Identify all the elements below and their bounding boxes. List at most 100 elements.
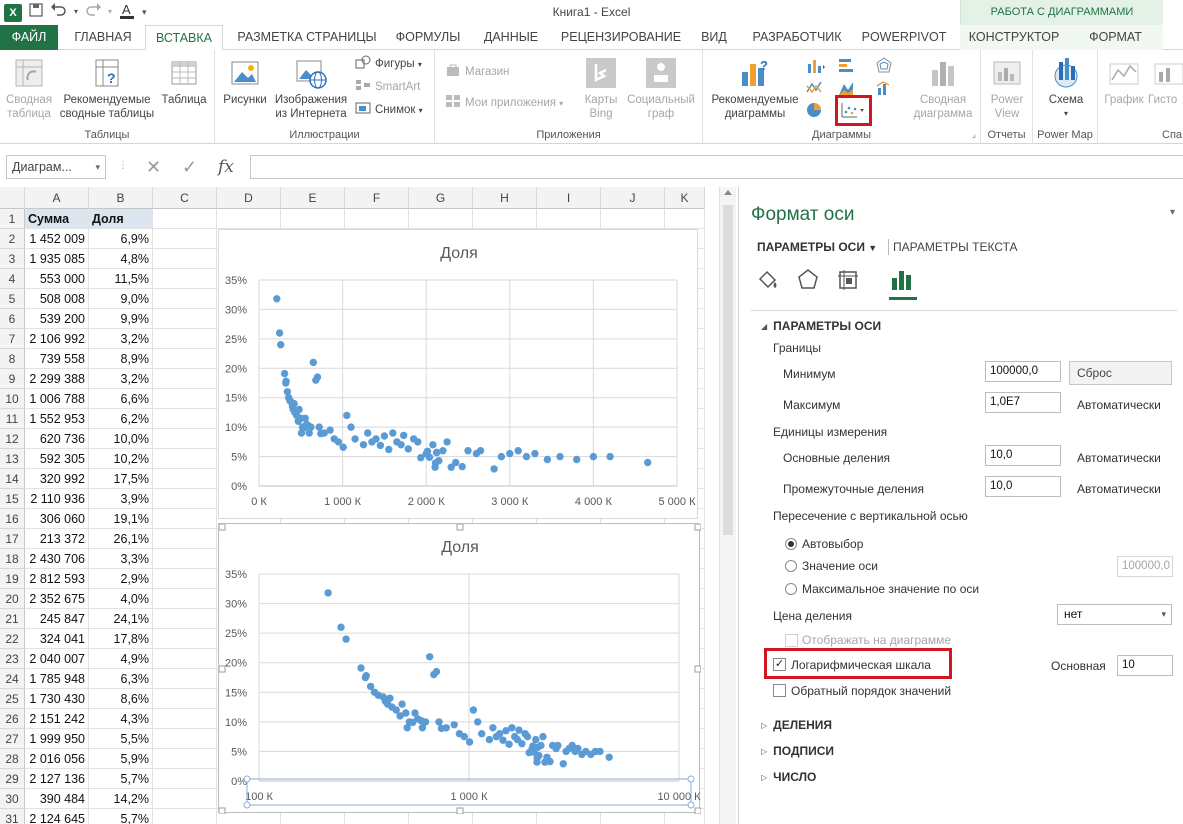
effects-icon[interactable] — [795, 267, 821, 293]
cell[interactable]: 2 040 007 — [25, 649, 89, 669]
crosses-max-label[interactable]: Максимальное значение по оси — [802, 582, 979, 596]
cell[interactable] — [153, 649, 217, 669]
row-header[interactable]: 8 — [0, 349, 25, 369]
cell[interactable]: Доля — [89, 209, 153, 229]
cell[interactable]: 6,9% — [89, 229, 153, 249]
cell[interactable] — [473, 209, 537, 229]
cell[interactable]: 9,0% — [89, 289, 153, 309]
cell[interactable]: 2 299 388 — [25, 369, 89, 389]
section-number[interactable]: ▷ ЧИСЛО — [761, 770, 816, 784]
cell[interactable]: 213 372 — [25, 529, 89, 549]
cell[interactable] — [153, 689, 217, 709]
cell[interactable]: 306 060 — [25, 509, 89, 529]
name-box[interactable]: Диаграм... ▾ — [6, 155, 106, 179]
cell[interactable]: 508 008 — [25, 289, 89, 309]
bar-chart-button[interactable] — [837, 56, 859, 76]
scroll-up-icon[interactable] — [724, 190, 732, 195]
cell[interactable]: 2 812 593 — [25, 569, 89, 589]
cell[interactable]: 1 552 953 — [25, 409, 89, 429]
major-unit-input[interactable]: 10,0 — [985, 445, 1061, 466]
cell[interactable] — [153, 509, 217, 529]
cell[interactable]: 4,3% — [89, 709, 153, 729]
column-header-e[interactable]: E — [281, 187, 345, 209]
select-all-corner[interactable] — [0, 187, 25, 209]
combo-chart-button[interactable] — [875, 78, 897, 98]
cell[interactable] — [601, 209, 665, 229]
cell[interactable]: 4,8% — [89, 249, 153, 269]
cell[interactable] — [153, 609, 217, 629]
cell[interactable]: 4,0% — [89, 589, 153, 609]
cell[interactable]: 26,1% — [89, 529, 153, 549]
pivot-table-button[interactable]: Сводная таблица — [2, 56, 56, 121]
cell[interactable]: 5,7% — [89, 769, 153, 789]
cell[interactable] — [665, 209, 705, 229]
row-header[interactable]: 4 — [0, 269, 25, 289]
row-header[interactable]: 31 — [0, 809, 25, 824]
cell[interactable] — [153, 769, 217, 789]
cell[interactable]: 2 430 706 — [25, 549, 89, 569]
cell[interactable]: 739 558 — [25, 349, 89, 369]
cell[interactable]: 17,8% — [89, 629, 153, 649]
crosses-auto-radio[interactable] — [785, 538, 797, 550]
row-header[interactable]: 25 — [0, 689, 25, 709]
cell[interactable]: Сумма — [25, 209, 89, 229]
tab-page-layout[interactable]: РАЗМЕТКА СТРАНИЦЫ — [229, 25, 385, 50]
cell[interactable]: 539 200 — [25, 309, 89, 329]
cell[interactable] — [153, 349, 217, 369]
line-chart-button[interactable] — [805, 78, 827, 98]
row-header[interactable]: 30 — [0, 789, 25, 809]
column-header-c[interactable]: C — [153, 187, 217, 209]
tab-developer[interactable]: РАЗРАБОТЧИК — [745, 25, 849, 50]
cell[interactable] — [153, 309, 217, 329]
row-header[interactable]: 23 — [0, 649, 25, 669]
cell[interactable] — [153, 229, 217, 249]
row-header[interactable]: 9 — [0, 369, 25, 389]
row-header[interactable]: 22 — [0, 629, 25, 649]
cell[interactable]: 11,5% — [89, 269, 153, 289]
row-header[interactable]: 7 — [0, 329, 25, 349]
section-labels[interactable]: ▷ ПОДПИСИ — [761, 744, 834, 758]
smartart-button[interactable]: SmartArt — [355, 77, 420, 97]
sparkline-column-button[interactable]: Гисто — [1148, 56, 1183, 107]
row-header[interactable]: 15 — [0, 489, 25, 509]
maximum-input[interactable]: 1,0E7 — [985, 392, 1061, 413]
screenshot-button[interactable]: Снимок ▾ — [355, 100, 423, 120]
cell[interactable]: 324 041 — [25, 629, 89, 649]
column-header-f[interactable]: F — [345, 187, 409, 209]
show-on-chart-checkbox[interactable] — [785, 634, 798, 647]
cell[interactable] — [217, 209, 281, 229]
cell[interactable]: 1 452 009 — [25, 229, 89, 249]
enter-formula-icon[interactable]: ✓ — [182, 155, 197, 179]
cell[interactable]: 6,2% — [89, 409, 153, 429]
cell[interactable] — [153, 489, 217, 509]
cell[interactable]: 2 124 645 — [25, 809, 89, 824]
row-header[interactable]: 3 — [0, 249, 25, 269]
tab-formulas[interactable]: ФОРМУЛЫ — [388, 25, 468, 50]
row-header[interactable]: 17 — [0, 529, 25, 549]
cell[interactable]: 2 106 992 — [25, 329, 89, 349]
cell[interactable] — [153, 589, 217, 609]
cell[interactable] — [153, 709, 217, 729]
cell[interactable]: 5,7% — [89, 809, 153, 824]
tab-chart-design[interactable]: КОНСТРУКТОР — [960, 25, 1068, 50]
chart-linear[interactable]: Доля 0% 5% 10% 15% 20% 25% 30% 35% 0 К 1 000 К 2 00… — [218, 229, 698, 519]
recommended-charts-button[interactable]: ? Рекомендуемые диаграммы — [707, 56, 803, 121]
cell[interactable] — [153, 429, 217, 449]
row-header[interactable]: 10 — [0, 389, 25, 409]
cell[interactable] — [153, 469, 217, 489]
cell[interactable]: 2,9% — [89, 569, 153, 589]
cell[interactable] — [153, 789, 217, 809]
pictures-button[interactable]: Рисунки — [219, 56, 271, 107]
fill-line-icon[interactable] — [755, 267, 781, 293]
row-header[interactable]: 1 — [0, 209, 25, 229]
minor-unit-input[interactable]: 10,0 — [985, 476, 1061, 497]
cell[interactable]: 2 016 056 — [25, 749, 89, 769]
column-header-j[interactable]: J — [601, 187, 665, 209]
cell[interactable]: 17,5% — [89, 469, 153, 489]
cell[interactable]: 620 736 — [25, 429, 89, 449]
reverse-order-checkbox[interactable] — [773, 684, 786, 697]
tab-chart-format[interactable]: ФОРМАТ — [1068, 25, 1163, 50]
column-header-g[interactable]: G — [409, 187, 473, 209]
tab-review[interactable]: РЕЦЕНЗИРОВАНИЕ — [556, 25, 686, 50]
cell[interactable] — [153, 289, 217, 309]
